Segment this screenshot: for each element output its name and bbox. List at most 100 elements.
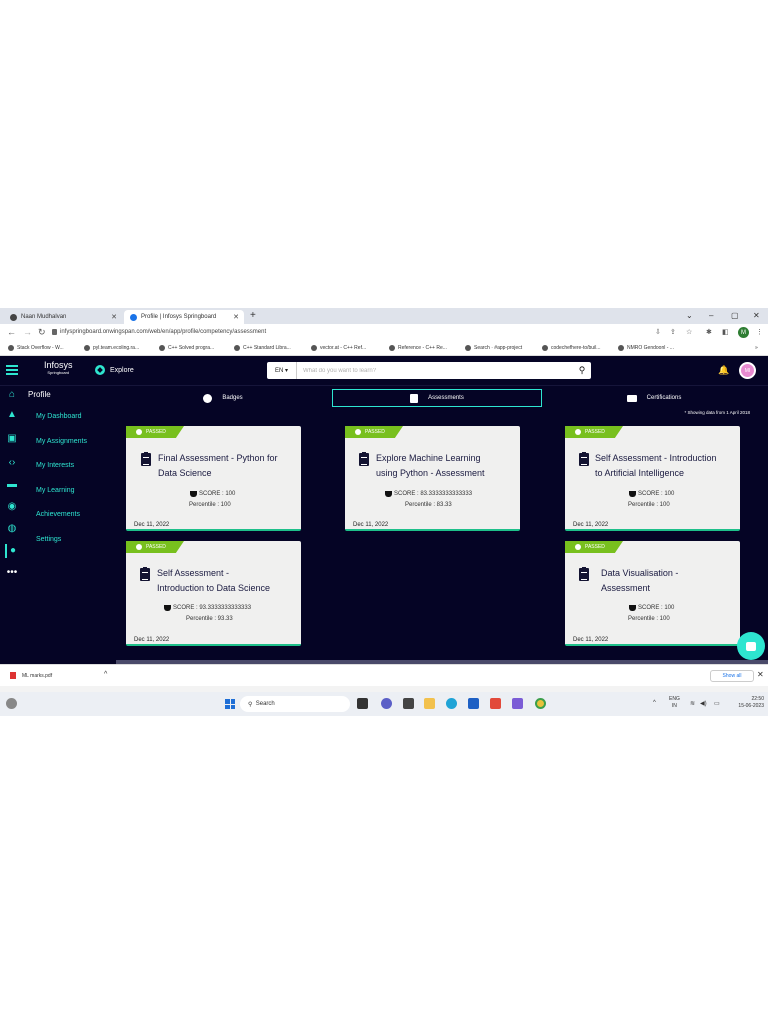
bell-icon[interactable]: 🔔 <box>718 365 729 376</box>
clipboard-icon <box>579 567 589 581</box>
sidepanel-icon[interactable]: ◧ <box>722 328 729 336</box>
close-icon[interactable]: ✕ <box>233 313 239 321</box>
card-date: Dec 11, 2022 <box>134 522 170 528</box>
bookmark-item[interactable]: pyl.team.ecoling.ra... <box>84 345 139 351</box>
wifi-icon[interactable]: ≋ <box>690 700 695 707</box>
clipboard-icon <box>359 452 369 466</box>
close-icon[interactable]: ✕ <box>757 670 764 679</box>
task-view-icon[interactable] <box>357 698 368 709</box>
code-icon[interactable]: ‹› <box>5 456 19 470</box>
sidebar-item-my-interests[interactable]: My Interests <box>36 462 74 469</box>
bookmark-icon <box>234 345 240 351</box>
infosys-logo[interactable]: Infosys Springboard <box>44 361 73 377</box>
chevron-down-icon[interactable]: ⌄ <box>686 311 693 320</box>
windows-start-icon[interactable] <box>225 699 235 709</box>
chat-button[interactable] <box>737 632 765 660</box>
assessment-card[interactable]: PASSED Self Assessment - Introduction to… <box>565 426 740 531</box>
card-percentile: Percentile : 100 <box>189 502 231 508</box>
star-icon[interactable]: ☆ <box>686 328 692 336</box>
show-all-button[interactable]: Show all <box>710 670 754 682</box>
taskbar-search[interactable]: ⚲ Search <box>240 696 350 712</box>
weather-widget-icon[interactable] <box>6 698 17 709</box>
more-bookmarks-icon[interactable]: » <box>755 345 758 351</box>
bookmark-item[interactable]: vector.at - C++ Ref... <box>311 345 366 351</box>
bookmark-item[interactable]: NMRO Gendoonl - ... <box>618 345 674 351</box>
bookmark-item[interactable]: Search · #app-project <box>465 345 522 351</box>
target-icon[interactable]: ◉ <box>5 500 19 514</box>
back-icon[interactable]: ← <box>7 327 16 337</box>
chrome-icon[interactable] <box>535 698 546 709</box>
sidebar-item-my-dashboard[interactable]: My Dashboard <box>36 413 82 420</box>
assessment-card[interactable]: PASSED Explore Machine Learning using Py… <box>345 426 520 531</box>
chevron-up-icon[interactable]: ^ <box>653 700 656 706</box>
maximize-icon[interactable]: ▢ <box>731 311 739 320</box>
reload-icon[interactable]: ↻ <box>38 327 46 338</box>
minimize-icon[interactable]: – <box>709 311 713 320</box>
search-input[interactable] <box>297 363 573 378</box>
assessment-card[interactable]: PASSED Data Visualisation - Assessment S… <box>565 541 740 646</box>
sidebar-item-my-learning[interactable]: My Learning <box>36 487 75 494</box>
bookmark-icon <box>8 345 14 351</box>
new-tab-icon[interactable]: + <box>250 310 256 321</box>
extensions-icon[interactable]: ✱ <box>706 328 712 336</box>
volume-icon[interactable]: ◀) <box>700 700 707 707</box>
close-icon[interactable]: ✕ <box>111 313 117 321</box>
person-icon[interactable]: ● <box>5 544 19 558</box>
globe-icon[interactable]: ◍ <box>5 522 19 536</box>
card-percentile: Percentile : 83.33 <box>405 502 452 508</box>
bookmark-item[interactable]: Stack Overflow - W... <box>8 345 64 351</box>
tab-certifications[interactable]: Certifications <box>554 389 754 407</box>
status-badge: PASSED <box>565 426 623 438</box>
browser-tab-profile[interactable]: Profile | Infosys Springboard ✕ <box>124 310 244 324</box>
avatar[interactable]: MI <box>739 362 756 379</box>
springboard-app: Infosys Springboard Explore EN ▾ ⚲ 🔔 MI … <box>0 356 768 664</box>
sidebar-item-my-assignments[interactable]: My Assignments <box>36 438 87 445</box>
battery-icon[interactable]: ▭ <box>714 700 720 707</box>
bookmark-item[interactable]: codechefhere-to/buil... <box>542 345 600 351</box>
kebab-menu-icon[interactable]: ⋮ <box>756 328 763 336</box>
close-window-icon[interactable]: ✕ <box>753 311 760 320</box>
browser-profile-avatar[interactable]: M <box>738 327 749 338</box>
assessment-card[interactable]: PASSED Final Assessment - Python for Dat… <box>126 426 301 531</box>
language-select[interactable]: EN ▾ <box>267 362 297 379</box>
rocket-icon[interactable]: ▲ <box>5 408 19 422</box>
bookmark-item[interactable]: C++ Solved progra... <box>159 345 214 351</box>
home-icon[interactable]: ⌂ <box>5 388 19 402</box>
mcafee-icon[interactable] <box>490 698 501 709</box>
store-icon[interactable] <box>468 698 479 709</box>
bookmark-icon <box>542 345 548 351</box>
explore-link[interactable]: Explore <box>95 365 134 375</box>
file-explorer-icon[interactable] <box>424 698 435 709</box>
assessment-card[interactable]: PASSED Self Assessment - Introduction to… <box>126 541 301 646</box>
card-title: Self Assessment - Introduction to Data S… <box>157 568 271 593</box>
sidebar-item-achievements[interactable]: Achievements <box>36 511 80 518</box>
download-item[interactable]: ML marks.pdf <box>10 672 52 679</box>
screenshot: Naan Mudhalvan ✕ Profile | Infosys Sprin… <box>0 308 768 716</box>
trophy-icon <box>385 491 392 497</box>
forward-icon[interactable]: → <box>23 327 32 337</box>
search-icon[interactable]: ⚲ <box>573 365 591 376</box>
input-language-indicator[interactable]: ENG IN <box>669 696 680 710</box>
hamburger-menu-icon[interactable] <box>6 365 18 375</box>
tab-assessments[interactable]: Assessments <box>332 389 542 407</box>
sidebar-item-settings[interactable]: Settings <box>36 536 61 543</box>
clipboard-icon <box>579 452 589 466</box>
browser-tab-naan-mudhalvan[interactable]: Naan Mudhalvan ✕ <box>4 310 122 324</box>
chat-square-icon[interactable]: ▬ <box>5 478 19 492</box>
bookmark-item[interactable]: Reference - C++ Re... <box>389 345 447 351</box>
share-icon[interactable]: ⇪ <box>670 328 676 336</box>
download-icon[interactable]: ⇩ <box>655 328 661 336</box>
briefcase-icon[interactable]: ▣ <box>5 432 19 446</box>
url-field[interactable]: infyspringboard.onwingspan.com/web/en/ap… <box>60 329 266 335</box>
check-icon <box>355 429 361 435</box>
edge-icon[interactable] <box>446 698 457 709</box>
taskbar-clock[interactable]: 22:50 15-06-2023 <box>726 696 764 710</box>
bookmark-item[interactable]: C++ Standard Libra... <box>234 345 291 351</box>
bookmark-icon <box>311 345 317 351</box>
chevron-up-icon[interactable]: ^ <box>104 671 107 678</box>
tab-badges[interactable]: Badges <box>124 389 322 407</box>
mail-icon[interactable] <box>403 698 414 709</box>
teams-chat-icon[interactable] <box>381 698 392 709</box>
visual-studio-icon[interactable] <box>512 698 523 709</box>
more-icon[interactable]: ••• <box>5 566 19 580</box>
